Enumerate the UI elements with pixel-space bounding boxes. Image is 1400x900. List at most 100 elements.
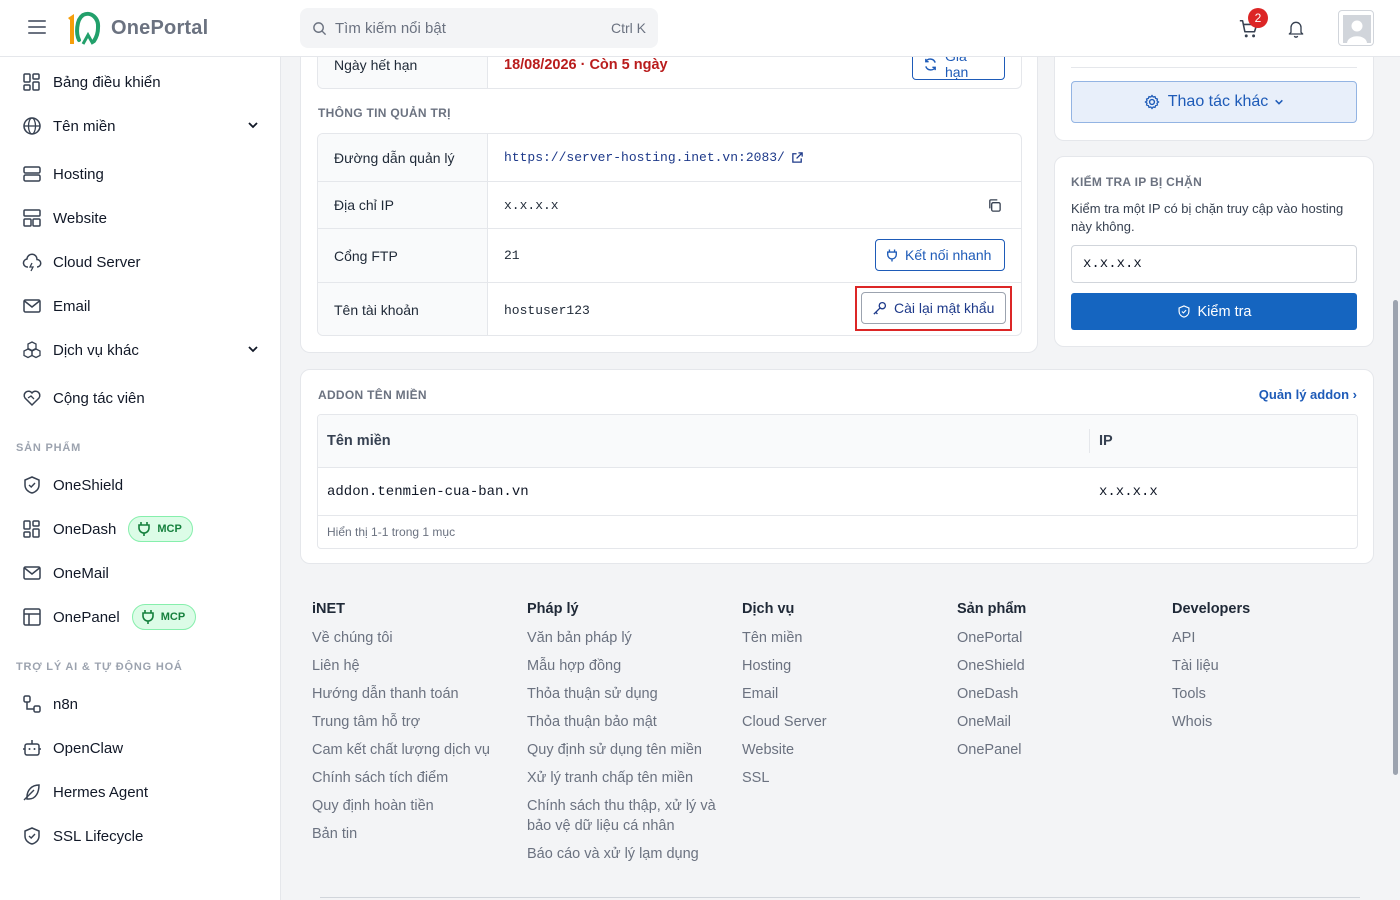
- ip-check-button-label: Kiểm tra: [1197, 303, 1252, 320]
- footer-link[interactable]: Thỏa thuận bảo mật: [527, 712, 722, 732]
- admin-url-link[interactable]: https://server-hosting.inet.vn:2083/: [504, 134, 804, 181]
- footer-link[interactable]: OneShield: [957, 656, 1147, 676]
- more-actions-button[interactable]: Thao tác khác: [1071, 81, 1357, 123]
- sidebar-item-dashboard[interactable]: Bảng điều khiển: [0, 62, 281, 102]
- footer-link[interactable]: Xử lý tranh chấp tên miền: [527, 768, 722, 788]
- footer-link[interactable]: Tài liệu: [1172, 656, 1362, 676]
- copy-icon[interactable]: [987, 198, 1002, 213]
- mail-icon: [21, 563, 42, 584]
- footer-link[interactable]: Hosting: [742, 656, 932, 676]
- sidebar-item-label: OpenClaw: [53, 739, 124, 757]
- reset-password-button[interactable]: Cài lại mật khẩu: [861, 292, 1006, 324]
- key-icon: [873, 301, 887, 315]
- ip-check-button[interactable]: Kiểm tra: [1071, 293, 1357, 330]
- footer-col-title: Developers: [1172, 601, 1251, 617]
- footer-link[interactable]: Trung tâm hỗ trợ: [312, 712, 512, 732]
- sidebar-item-domains[interactable]: Tên miền: [0, 106, 281, 146]
- sidebar-item-n8n[interactable]: n8n: [0, 684, 281, 724]
- sidebar-item-openclaw[interactable]: OpenClaw: [0, 728, 281, 768]
- external-link-icon[interactable]: [791, 151, 804, 164]
- footer-link[interactable]: OnePortal: [957, 628, 1147, 648]
- admin-row-ftp: Cổng FTP 21 Kết nối nhanh: [318, 229, 1021, 283]
- footer-link[interactable]: API: [1172, 628, 1362, 648]
- sidebar-item-label: OneMail: [53, 564, 109, 582]
- sidebar-item-hermes-agent[interactable]: Hermes Agent: [0, 772, 281, 812]
- column-header-domain[interactable]: Tên miền: [327, 433, 391, 449]
- footer-link[interactable]: Liên hệ: [312, 656, 512, 676]
- sidebar-item-label: OneShield: [53, 476, 124, 494]
- footer-link[interactable]: Quy định hoàn tiền: [312, 796, 512, 816]
- admin-info-table: Đường dẫn quản lý https://server-hosting…: [317, 133, 1022, 336]
- footer-link[interactable]: Website: [742, 740, 932, 760]
- ip-check-input[interactable]: x.x.x.x: [1071, 245, 1357, 283]
- sidebar-item-label: OnePanel: [53, 608, 120, 626]
- sidebar-item-other-services[interactable]: Dịch vụ khác: [0, 330, 281, 370]
- chevron-down-icon[interactable]: [247, 343, 259, 355]
- table-row[interactable]: addon.tenmien-cua-ban.vn x.x.x.x: [318, 468, 1357, 516]
- manage-addon-link[interactable]: Quản lý addon ›: [1259, 387, 1357, 402]
- sidebar-item-label: Website: [53, 209, 107, 227]
- brand-logo[interactable]: OnePortal: [65, 10, 208, 46]
- panel-icon: [21, 607, 42, 628]
- footer-link[interactable]: OneDash: [957, 684, 1147, 704]
- footer-link[interactable]: Quy định sử dụng tên miền: [527, 740, 722, 760]
- footer-link[interactable]: Tên miền: [742, 628, 932, 648]
- footer-link[interactable]: Cam kết chất lượng dịch vụ: [312, 740, 512, 760]
- column-header-ip[interactable]: IP: [1099, 433, 1113, 449]
- footer-link[interactable]: Văn bản pháp lý: [527, 628, 722, 648]
- avatar[interactable]: [1338, 10, 1374, 46]
- reset-password-label: Cài lại mật khẩu: [894, 300, 995, 316]
- footer-link[interactable]: Bản tin: [312, 824, 512, 844]
- footer-link[interactable]: Báo cáo và xử lý lạm dụng: [527, 844, 722, 864]
- admin-key: Địa chỉ IP: [318, 182, 488, 228]
- menu-icon[interactable]: [28, 20, 46, 34]
- feather-icon: [21, 782, 42, 803]
- sidebar-item-email[interactable]: Email: [0, 286, 281, 326]
- ip-check-card: KIỂM TRA IP BỊ CHẶN Kiểm tra một IP có b…: [1054, 156, 1374, 347]
- admin-row-ip: Địa chỉ IP x.x.x.x: [318, 182, 1021, 229]
- sidebar-item-website[interactable]: Website: [0, 198, 281, 238]
- handshake-heart-icon: [21, 388, 42, 409]
- footer-link[interactable]: SSL: [742, 768, 932, 788]
- sidebar-item-onemail[interactable]: OneMail: [0, 553, 281, 593]
- scrollbar-thumb[interactable]: [1393, 300, 1398, 775]
- sidebar-item-onedash[interactable]: OneDash MCP: [0, 509, 281, 549]
- footer-link[interactable]: Thỏa thuận sử dụng: [527, 684, 722, 704]
- sidebar-item-cloud-server[interactable]: Cloud Server: [0, 242, 281, 282]
- footer-link[interactable]: Tools: [1172, 684, 1362, 704]
- sidebar-item-label: Hermes Agent: [53, 783, 149, 801]
- sidebar-item-onepanel[interactable]: OnePanel MCP: [0, 597, 281, 637]
- footer-link[interactable]: Mẫu hợp đồng: [527, 656, 722, 676]
- quick-connect-button[interactable]: Kết nối nhanh: [875, 239, 1005, 271]
- search-bar[interactable]: Tìm kiếm nổi bật Ctrl K: [300, 8, 658, 48]
- footer-link[interactable]: Chính sách tích điểm: [312, 768, 512, 788]
- search-icon: [313, 21, 327, 35]
- admin-url-text: https://server-hosting.inet.vn:2083/: [504, 150, 785, 165]
- mcp-label: MCP: [160, 611, 186, 623]
- bell-icon[interactable]: [1286, 18, 1306, 40]
- server-icon: [21, 164, 42, 185]
- footer-link[interactable]: OneMail: [957, 712, 1147, 732]
- footer-link[interactable]: Cloud Server: [742, 712, 932, 732]
- chevron-down-icon[interactable]: [247, 119, 259, 131]
- footer-col-legal: Pháp lý Văn bản pháp lý Mẫu hợp đồng Thỏ…: [527, 601, 722, 872]
- footer-link[interactable]: Chính sách thu thập, xử lý và bảo vệ dữ …: [527, 796, 722, 836]
- dashboard-grid-icon: [21, 519, 42, 540]
- footer-link[interactable]: Whois: [1172, 712, 1362, 732]
- ip-check-description: Kiểm tra một IP có bị chặn truy cập vào …: [1071, 201, 1344, 234]
- footer-link[interactable]: Về chúng tôi: [312, 628, 512, 648]
- sidebar-item-affiliate[interactable]: Cộng tác viên: [0, 378, 281, 418]
- sidebar-item-ssl-lifecycle[interactable]: SSL Lifecycle: [0, 816, 281, 856]
- footer-col-title: Sản phẩm: [957, 601, 1027, 617]
- addon-domain-card: ADDON TÊN MIỀN Quản lý addon › Tên miền …: [300, 369, 1374, 564]
- mail-icon: [21, 296, 42, 317]
- sidebar-item-oneshield[interactable]: OneShield: [0, 465, 281, 505]
- footer-divider: [320, 897, 1360, 898]
- sidebar-item-hosting[interactable]: Hosting: [0, 154, 281, 194]
- chevron-down-icon: [1275, 99, 1284, 105]
- mcp-badge: MCP: [131, 604, 197, 630]
- footer-link[interactable]: Hướng dẫn thanh toán: [312, 684, 512, 704]
- footer-link[interactable]: OnePanel: [957, 740, 1147, 760]
- footer-link[interactable]: Email: [742, 684, 932, 704]
- brand-name: OnePortal: [111, 16, 209, 39]
